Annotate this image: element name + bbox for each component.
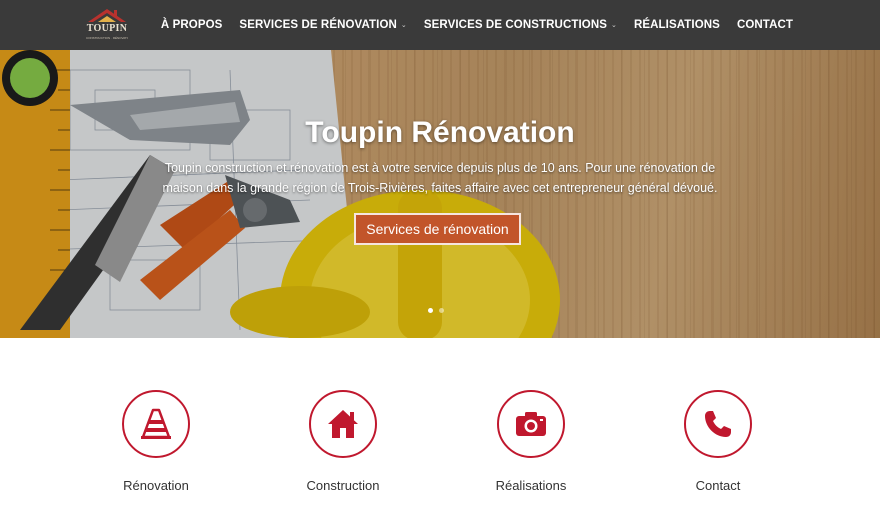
service-icon-circle [497,390,565,458]
nav-item-services-constructions[interactable]: SERVICES DE CONSTRUCTIONS ⌄ [424,19,617,31]
service-icon-circle [684,390,752,458]
hero-title: Toupin Rénovation [305,116,575,149]
traffic-cone-icon [141,408,171,439]
service-icon-circle [122,390,190,458]
camera-icon [516,412,546,436]
service-icon-circle [309,390,377,458]
site-header: TOUPIN CONSTRUCTION · RÉNOVATION À PROPO… [0,0,880,50]
service-label: Construction [306,478,380,493]
house-icon [328,410,358,438]
slider-dot[interactable] [439,308,444,313]
hero-slider: Toupin Rénovation Toupin construction et… [0,50,880,338]
service-label: Rénovation [123,478,189,493]
service-contact[interactable]: Contact [648,390,788,493]
chevron-down-icon: ⌄ [400,22,407,29]
nav-item-a-propos[interactable]: À PROPOS [161,19,223,31]
phone-icon [705,411,731,437]
nav-label: SERVICES DE RÉNOVATION [239,19,397,31]
nav-label: CONTACT [736,19,793,31]
chevron-down-icon: ⌄ [611,22,617,29]
service-realisations[interactable]: Réalisations [461,390,601,493]
hero-description: Toupin construction et rénovation est à … [162,161,718,195]
logo-text: TOUPIN [86,23,128,34]
nav-label: SERVICES DE CONSTRUCTIONS [423,19,607,31]
roof-logo-icon [88,9,126,22]
nav-label: À PROPOS [160,19,223,31]
logo-subtext: CONSTRUCTION · RÉNOVATION [86,36,128,40]
site-logo[interactable]: TOUPIN CONSTRUCTION · RÉNOVATION [84,7,130,43]
service-renovation[interactable]: Rénovation [86,390,226,493]
main-nav: À PROPOS SERVICES DE RÉNOVATION ⌄ SERVIC… [161,0,793,50]
slider-dot-active[interactable] [428,308,433,313]
nav-label: RÉALISATIONS [633,19,720,31]
nav-item-contact[interactable]: CONTACT [737,19,793,31]
nav-item-realisations[interactable]: RÉALISATIONS [634,19,720,31]
service-construction[interactable]: Construction [273,390,413,493]
slider-pagination [428,308,444,313]
service-label: Contact [695,478,741,493]
services-renovation-button[interactable]: Services de rénovation [354,213,521,245]
nav-item-services-renovation[interactable]: SERVICES DE RÉNOVATION ⌄ [239,19,406,31]
service-label: Réalisations [495,478,567,493]
